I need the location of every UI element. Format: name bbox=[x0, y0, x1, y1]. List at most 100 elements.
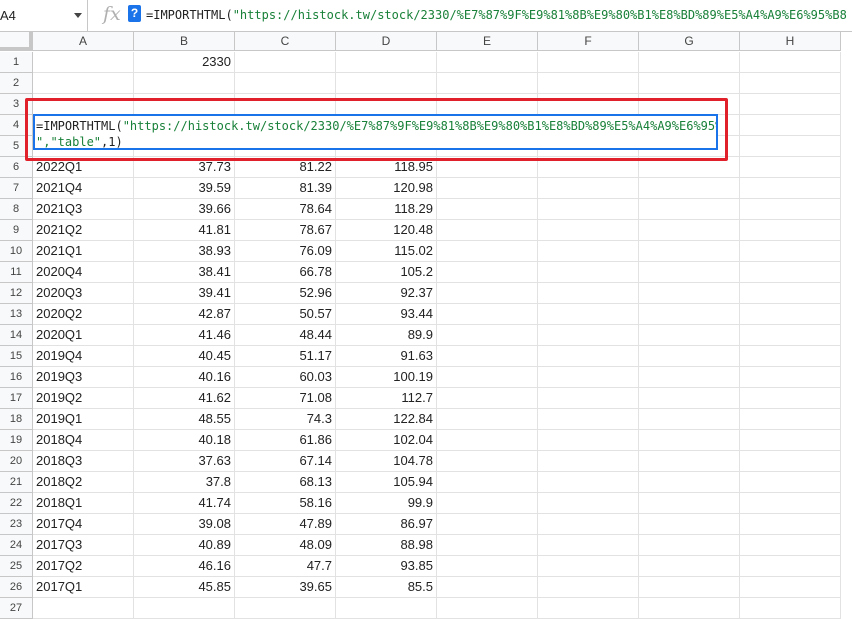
cell-g25[interactable] bbox=[639, 556, 740, 577]
cell-c12[interactable]: 52.96 bbox=[235, 283, 336, 304]
cell-h6[interactable] bbox=[740, 157, 841, 178]
cell-h18[interactable] bbox=[740, 409, 841, 430]
cell-b18[interactable]: 48.55 bbox=[134, 409, 235, 430]
cell-g22[interactable] bbox=[639, 493, 740, 514]
cell-a24[interactable]: 2017Q3 bbox=[33, 535, 134, 556]
cell-c25[interactable]: 47.7 bbox=[235, 556, 336, 577]
cell-d20[interactable]: 104.78 bbox=[336, 451, 437, 472]
cell-a20[interactable]: 2018Q3 bbox=[33, 451, 134, 472]
cell-f11[interactable] bbox=[538, 262, 639, 283]
cell-f22[interactable] bbox=[538, 493, 639, 514]
cell-e24[interactable] bbox=[437, 535, 538, 556]
cell-a8[interactable]: 2021Q3 bbox=[33, 199, 134, 220]
cell-g27[interactable] bbox=[639, 598, 740, 619]
cell-b2[interactable] bbox=[134, 73, 235, 94]
row-header[interactable]: 13 bbox=[0, 304, 33, 325]
cell-a7[interactable]: 2021Q4 bbox=[33, 178, 134, 199]
cell-h21[interactable] bbox=[740, 472, 841, 493]
cell-c11[interactable]: 66.78 bbox=[235, 262, 336, 283]
row-header[interactable]: 25 bbox=[0, 556, 33, 577]
row-header[interactable]: 20 bbox=[0, 451, 33, 472]
chevron-down-icon[interactable] bbox=[74, 13, 82, 18]
row-header[interactable]: 8 bbox=[0, 199, 33, 220]
cell-h15[interactable] bbox=[740, 346, 841, 367]
cell-a10[interactable]: 2021Q1 bbox=[33, 241, 134, 262]
cell-c15[interactable]: 51.17 bbox=[235, 346, 336, 367]
cell-c20[interactable]: 67.14 bbox=[235, 451, 336, 472]
cell-f20[interactable] bbox=[538, 451, 639, 472]
cell-e26[interactable] bbox=[437, 577, 538, 598]
row-header[interactable]: 24 bbox=[0, 535, 33, 556]
cell-a6[interactable]: 2022Q1 bbox=[33, 157, 134, 178]
cell-f12[interactable] bbox=[538, 283, 639, 304]
cell-c14[interactable]: 48.44 bbox=[235, 325, 336, 346]
cell-e17[interactable] bbox=[437, 388, 538, 409]
cell-f10[interactable] bbox=[538, 241, 639, 262]
cell-b19[interactable]: 40.18 bbox=[134, 430, 235, 451]
cell-g21[interactable] bbox=[639, 472, 740, 493]
cell-a23[interactable]: 2017Q4 bbox=[33, 514, 134, 535]
cell-f15[interactable] bbox=[538, 346, 639, 367]
cell-d12[interactable]: 92.37 bbox=[336, 283, 437, 304]
cell-c2[interactable] bbox=[235, 73, 336, 94]
cell-e16[interactable] bbox=[437, 367, 538, 388]
row-header[interactable]: 15 bbox=[0, 346, 33, 367]
cell-c7[interactable]: 81.39 bbox=[235, 178, 336, 199]
cell-h3[interactable] bbox=[740, 94, 841, 115]
cell-d10[interactable]: 115.02 bbox=[336, 241, 437, 262]
column-header-e[interactable]: E bbox=[437, 32, 538, 51]
cell-a13[interactable]: 2020Q2 bbox=[33, 304, 134, 325]
cell-h10[interactable] bbox=[740, 241, 841, 262]
row-header[interactable]: 26 bbox=[0, 577, 33, 598]
cell-b17[interactable]: 41.62 bbox=[134, 388, 235, 409]
cell-f24[interactable] bbox=[538, 535, 639, 556]
column-header-d[interactable]: D bbox=[336, 32, 437, 51]
cell-g3[interactable] bbox=[639, 94, 740, 115]
cell-h17[interactable] bbox=[740, 388, 841, 409]
cell-a17[interactable]: 2019Q2 bbox=[33, 388, 134, 409]
cell-d2[interactable] bbox=[336, 73, 437, 94]
cell-b24[interactable]: 40.89 bbox=[134, 535, 235, 556]
cell-f16[interactable] bbox=[538, 367, 639, 388]
cell-a21[interactable]: 2018Q2 bbox=[33, 472, 134, 493]
cell-a2[interactable] bbox=[33, 73, 134, 94]
cell-g11[interactable] bbox=[639, 262, 740, 283]
cell-h9[interactable] bbox=[740, 220, 841, 241]
cell-f9[interactable] bbox=[538, 220, 639, 241]
cell-e1[interactable] bbox=[437, 52, 538, 73]
cell-a15[interactable]: 2019Q4 bbox=[33, 346, 134, 367]
cell-a11[interactable]: 2020Q4 bbox=[33, 262, 134, 283]
cell-c27[interactable] bbox=[235, 598, 336, 619]
cell-d16[interactable]: 100.19 bbox=[336, 367, 437, 388]
cell-g2[interactable] bbox=[639, 73, 740, 94]
row-header[interactable]: 17 bbox=[0, 388, 33, 409]
cell-e14[interactable] bbox=[437, 325, 538, 346]
cell-d26[interactable]: 85.5 bbox=[336, 577, 437, 598]
cell-d9[interactable]: 120.48 bbox=[336, 220, 437, 241]
cell-b16[interactable]: 40.16 bbox=[134, 367, 235, 388]
cell-b9[interactable]: 41.81 bbox=[134, 220, 235, 241]
cell-g12[interactable] bbox=[639, 283, 740, 304]
cell-f27[interactable] bbox=[538, 598, 639, 619]
cell-d18[interactable]: 122.84 bbox=[336, 409, 437, 430]
cell-f23[interactable] bbox=[538, 514, 639, 535]
row-header[interactable]: 4 bbox=[0, 115, 33, 136]
cell-e11[interactable] bbox=[437, 262, 538, 283]
cell-b7[interactable]: 39.59 bbox=[134, 178, 235, 199]
cell-c19[interactable]: 61.86 bbox=[235, 430, 336, 451]
cell-h14[interactable] bbox=[740, 325, 841, 346]
row-header[interactable]: 14 bbox=[0, 325, 33, 346]
cell-e23[interactable] bbox=[437, 514, 538, 535]
cell-h20[interactable] bbox=[740, 451, 841, 472]
row-header[interactable]: 9 bbox=[0, 220, 33, 241]
cell-h11[interactable] bbox=[740, 262, 841, 283]
cell-h1[interactable] bbox=[740, 52, 841, 73]
cell-e22[interactable] bbox=[437, 493, 538, 514]
cell-d14[interactable]: 89.9 bbox=[336, 325, 437, 346]
cell-e25[interactable] bbox=[437, 556, 538, 577]
cell-g20[interactable] bbox=[639, 451, 740, 472]
cell-h24[interactable] bbox=[740, 535, 841, 556]
cell-c22[interactable]: 58.16 bbox=[235, 493, 336, 514]
cell-g8[interactable] bbox=[639, 199, 740, 220]
cell-b15[interactable]: 40.45 bbox=[134, 346, 235, 367]
